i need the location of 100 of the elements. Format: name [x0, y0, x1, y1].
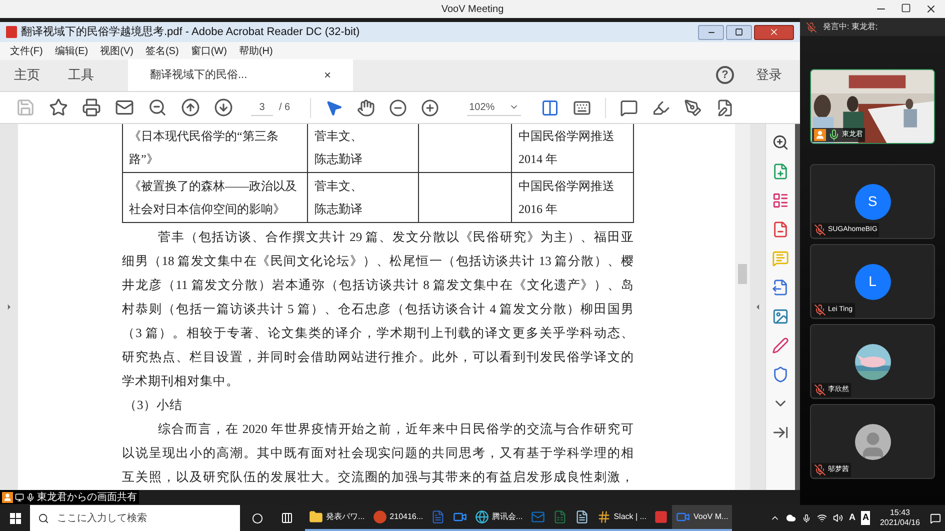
speaking-label: 発言中: 東龙君; — [823, 21, 878, 33]
restore-button[interactable] — [726, 24, 752, 40]
app-icon — [654, 510, 668, 524]
screen-icon — [15, 492, 24, 502]
zoom-plus-icon[interactable] — [421, 98, 440, 116]
file-export-icon[interactable] — [772, 279, 789, 296]
nav-tab[interactable]: 工具 — [54, 59, 108, 91]
app-icon — [530, 510, 545, 524]
help-button[interactable]: ? — [716, 66, 734, 84]
maximize-icon[interactable] — [901, 3, 911, 13]
select-cursor-icon[interactable] — [325, 98, 344, 116]
muted-mic-icon[interactable] — [814, 304, 826, 316]
mic-icon — [26, 492, 35, 502]
avatar: L — [854, 264, 890, 300]
page-fit-icon[interactable] — [540, 98, 559, 116]
menu-item[interactable]: 窗口(W) — [190, 44, 227, 58]
section-heading: （3）小结 — [123, 397, 184, 414]
shield-icon[interactable] — [772, 366, 789, 383]
nav-tab[interactable]: 主页 — [0, 59, 54, 91]
pen-icon[interactable] — [772, 337, 789, 354]
document-tab[interactable]: 翻译视域下的民俗... × — [128, 59, 353, 91]
muted-mic-icon[interactable] — [814, 464, 826, 476]
star-icon[interactable] — [49, 98, 68, 117]
file-edit-icon[interactable] — [716, 98, 734, 116]
avatar: S — [854, 184, 890, 220]
paragraph-line: 学术期刊相对集中。 — [122, 373, 240, 390]
hand-icon[interactable] — [357, 98, 376, 116]
menu-item[interactable]: 签名(S) — [145, 44, 179, 58]
file-minus-icon[interactable] — [772, 221, 789, 238]
menu-item[interactable]: 帮助(H) — [238, 44, 273, 58]
default-avatar-icon — [854, 424, 890, 460]
taskbar-app[interactable]: 腾讯会... — [471, 505, 527, 531]
pdf-icon — [6, 26, 17, 38]
file-plus-icon[interactable] — [772, 163, 789, 180]
share-label: 東龙君からの画面共有 — [37, 490, 137, 504]
acrobat-title: 翻译视域下的民俗学越境思考.pdf - Adobe Acrobat Reader DC (32-bit) — [21, 24, 360, 40]
input-method-indicator[interactable]: A — [848, 511, 856, 525]
paragraph-line: 研究热点、栏目设置，并同时会借助网站进行推介。此外，可以看到刊发民俗学译文的 — [122, 349, 634, 366]
taskbar-app[interactable]: VooV M... — [672, 505, 732, 531]
highlighter-icon[interactable] — [652, 98, 670, 116]
zoom-minus-icon[interactable] — [389, 98, 408, 116]
muted-mic-icon[interactable] — [814, 224, 826, 236]
close-button[interactable] — [754, 24, 794, 40]
keyboard-icon[interactable] — [572, 98, 591, 116]
login-link[interactable]: 登录 — [756, 65, 782, 85]
table-cell: 菅丰文、 陈志勤译 — [307, 173, 418, 222]
collapse-icon[interactable] — [772, 424, 789, 441]
arrow-up-icon[interactable] — [181, 98, 200, 117]
app-icon — [552, 510, 567, 524]
table-cell: 菅丰文、 陈志勤译 — [307, 124, 418, 172]
zoom-out-icon[interactable] — [148, 98, 167, 117]
taskbar-app[interactable]: 210416... — [368, 505, 428, 531]
cloud-icon[interactable] — [786, 513, 796, 523]
paragraph-line: 细男（18 篇发文集中在《民间文化论坛》）、松尾恒一（包括访谈共计 13 篇分散）、樱 — [122, 253, 634, 270]
zoom-in-icon[interactable] — [772, 134, 789, 151]
page-field[interactable]: 3 — [251, 100, 273, 116]
search-icon — [38, 512, 49, 524]
volume-icon[interactable] — [832, 513, 843, 523]
app-icon — [453, 510, 468, 524]
zoom-dropdown[interactable]: 102% — [467, 100, 521, 116]
muted-mic-icon[interactable] — [806, 22, 817, 32]
left-pane-toggle-icon[interactable] — [5, 303, 13, 311]
menu-item[interactable]: 编辑(E) — [54, 44, 88, 58]
app-icon — [596, 510, 611, 524]
pen-tool-icon[interactable] — [684, 98, 702, 116]
task-view-icon[interactable] — [281, 512, 293, 524]
paragraph-line: 菅丰（包括访谈、合作撰文共计 29 篇、发文分散以《民俗研究》为主）、福田亚 — [157, 229, 634, 246]
scrollbar[interactable] — [735, 124, 750, 490]
paragraph-line: 以说呈现出小的高潮。其中既有面对社会现实问题的共同思考，又有基于学科学理的相 — [122, 445, 634, 462]
paragraph-line: 互关照，以及研究队伍的发展壮大。交流圈的加强与其带来的有益启发形成良性刺激， — [122, 469, 634, 486]
comment-icon[interactable] — [620, 98, 638, 116]
print-icon[interactable] — [82, 98, 101, 117]
muted-mic-icon[interactable] — [814, 384, 826, 396]
app-icon — [475, 510, 490, 524]
close-icon[interactable] — [925, 3, 937, 15]
clock[interactable]: 15:43 2021/04/16 — [876, 508, 924, 528]
cortana-icon[interactable] — [252, 512, 263, 524]
wifi-icon[interactable] — [816, 513, 827, 523]
paragraph-line: （3 篇）。相较于专著、论文集类的译介，学术期刊上刊载的译文更多关乎学科动态、 — [122, 325, 634, 342]
menu-item[interactable]: 文件(F) — [10, 44, 43, 58]
arrow-down-icon[interactable] — [214, 98, 233, 117]
search-field[interactable]: ここに入力して検索 — [30, 505, 240, 531]
mic-icon[interactable] — [802, 514, 811, 522]
notification-icon[interactable] — [930, 512, 941, 524]
mail-icon[interactable] — [115, 98, 134, 117]
menu-item[interactable]: 视图(V) — [100, 44, 134, 58]
tab-close[interactable]: × — [324, 66, 331, 84]
taskbar-app[interactable]: 発表パワ... — [305, 505, 369, 531]
app-icon — [431, 510, 446, 524]
paragraph-line: 村恭则（包括一篇访谈共计 5 篇）、仓石忠彦（包括访谈合计 4 篇发文分散）柳田国男 — [122, 301, 634, 318]
layout-icon[interactable] — [772, 192, 789, 209]
table-cell-text: 《被置换了的森林——政治以及 社会对日本信仰空间的影响》 — [128, 178, 298, 218]
taskbar-app[interactable]: Slack | ... — [592, 505, 650, 531]
paragraph-line: 井龙彦（11 篇发文分散）岩本通弥（包括访谈共计 8 篇发文集中在《文化遗产》）、岛 — [122, 277, 634, 294]
mic-icon[interactable] — [828, 129, 840, 141]
window-title: VooV Meeting — [441, 2, 504, 16]
image-icon[interactable] — [772, 308, 789, 325]
input-method-indicator[interactable]: A — [861, 511, 870, 525]
table-cell: 中国民俗学网推送 2016 年 — [511, 173, 634, 222]
app-icon — [372, 510, 387, 524]
